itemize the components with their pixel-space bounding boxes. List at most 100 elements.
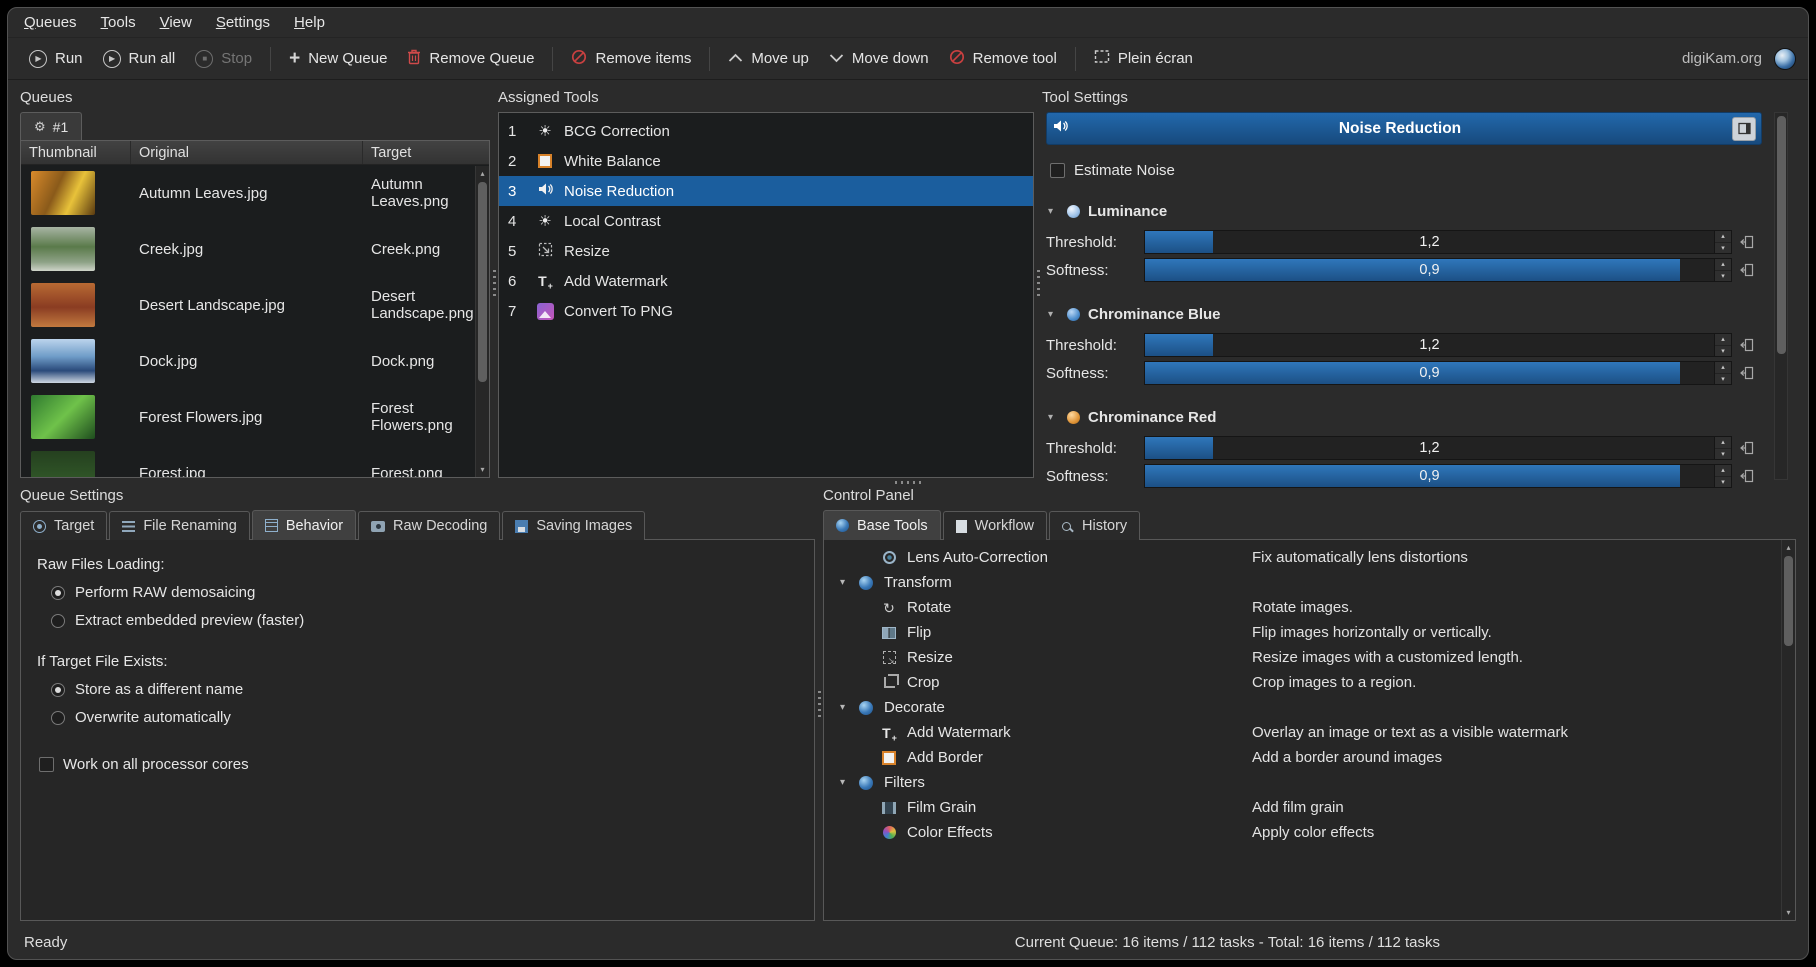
radio-perform-raw-demosaicing[interactable]: Perform RAW demosaicing: [51, 584, 798, 601]
scrollbar-thumb[interactable]: [478, 182, 487, 382]
tree-item-flip[interactable]: Flip Flip images horizontally or vertica…: [832, 620, 1775, 645]
tab-history[interactable]: History: [1049, 511, 1140, 540]
menu-tools[interactable]: Tools: [101, 14, 136, 31]
tree-group-decorate[interactable]: ▾ Decorate: [832, 695, 1775, 720]
assigned-tool-item[interactable]: 5 Resize: [499, 236, 1033, 266]
tree-item-add-border[interactable]: Add Border Add a border around images: [832, 745, 1775, 770]
tree-item-resize[interactable]: Resize Resize images with a customized l…: [832, 645, 1775, 670]
expander-icon[interactable]: ▾: [840, 577, 855, 588]
checkbox-icon[interactable]: [39, 757, 54, 772]
tree-item-add-watermark[interactable]: T+ Add Watermark Overlay an image or tex…: [832, 720, 1775, 745]
tab-saving-images[interactable]: Saving Images: [502, 511, 645, 540]
run-all-button[interactable]: ▶ Run all: [94, 44, 185, 74]
table-row[interactable]: Dock.jpg Dock.png: [21, 333, 489, 389]
splitter-handle[interactable]: [490, 88, 498, 478]
menu-queues[interactable]: Queues: [24, 14, 77, 31]
table-row[interactable]: Forest.jpg Forest.png: [21, 445, 489, 477]
spin-buttons[interactable]: ▴▾: [1715, 361, 1732, 385]
collapse-arrow-icon[interactable]: ▾: [1048, 206, 1059, 217]
scrollbar-thumb[interactable]: [1784, 556, 1793, 646]
assigned-tool-item[interactable]: 2 White Balance: [499, 146, 1033, 176]
detach-panel-button[interactable]: [1732, 117, 1756, 141]
tab-file-renaming[interactable]: File Renaming: [109, 511, 250, 540]
section-luminance[interactable]: ▾ Luminance: [1048, 203, 1762, 220]
assigned-tool-item[interactable]: 1 ☀ BCG Correction: [499, 116, 1033, 146]
softness-slider[interactable]: 0,9: [1144, 258, 1715, 282]
reset-button[interactable]: [1732, 235, 1762, 249]
radio-extract-embedded-preview[interactable]: Extract embedded preview (faster): [51, 612, 798, 629]
reset-button[interactable]: [1732, 441, 1762, 455]
section-chrominance-red[interactable]: ▾ Chrominance Red: [1048, 409, 1762, 426]
scroll-up-icon[interactable]: ▴: [476, 167, 489, 180]
tab-base-tools[interactable]: Base Tools: [823, 510, 941, 540]
menu-view[interactable]: View: [160, 14, 192, 31]
column-target[interactable]: Target: [363, 141, 489, 164]
assigned-tool-item[interactable]: 6 T+ Add Watermark: [499, 266, 1033, 296]
reset-button[interactable]: [1732, 366, 1762, 380]
spin-buttons[interactable]: ▴▾: [1715, 436, 1732, 460]
remove-items-button[interactable]: Remove items: [562, 43, 700, 75]
fullscreen-button[interactable]: Plein écran: [1085, 43, 1202, 74]
tab-raw-decoding[interactable]: Raw Decoding: [358, 511, 500, 540]
table-row[interactable]: Forest Flowers.jpg Forest Flowers.png: [21, 389, 489, 445]
scroll-up-icon[interactable]: ▴: [1782, 541, 1795, 554]
estimate-noise-checkbox[interactable]: Estimate Noise: [1050, 162, 1762, 179]
remove-tool-button[interactable]: Remove tool: [940, 43, 1066, 75]
run-button[interactable]: ▶ Run: [20, 44, 92, 74]
assigned-tool-item[interactable]: 4 ☀ Local Contrast: [499, 206, 1033, 236]
column-thumbnail[interactable]: Thumbnail: [21, 141, 131, 164]
collapse-arrow-icon[interactable]: ▾: [1048, 309, 1059, 320]
threshold-slider[interactable]: 1,2: [1144, 230, 1715, 254]
checkbox-icon[interactable]: [1050, 163, 1065, 178]
tree-group-transform[interactable]: ▾ Transform: [832, 570, 1775, 595]
radio-overwrite-automatically[interactable]: Overwrite automatically: [51, 709, 798, 726]
threshold-slider[interactable]: 1,2: [1144, 333, 1715, 357]
collapse-arrow-icon[interactable]: ▾: [1048, 412, 1059, 423]
tree-item-color-effects[interactable]: Color Effects Apply color effects: [832, 820, 1775, 845]
scroll-down-icon[interactable]: ▾: [476, 463, 489, 476]
assigned-tool-item[interactable]: 7 Convert To PNG: [499, 296, 1033, 326]
expander-icon[interactable]: ▾: [840, 777, 855, 788]
move-up-button[interactable]: Move up: [719, 44, 818, 73]
expander-icon[interactable]: ▾: [840, 702, 855, 713]
column-original[interactable]: Original: [131, 141, 363, 164]
radio-icon[interactable]: [51, 683, 65, 697]
tab-target[interactable]: Target: [20, 511, 107, 540]
reset-button[interactable]: [1732, 338, 1762, 352]
radio-icon[interactable]: [51, 614, 65, 628]
splitter-handle[interactable]: [815, 486, 823, 921]
spin-buttons[interactable]: ▴▾: [1715, 258, 1732, 282]
spin-buttons[interactable]: ▴▾: [1715, 464, 1732, 488]
table-row[interactable]: Autumn Leaves.jpg Autumn Leaves.png: [21, 165, 489, 221]
spin-buttons[interactable]: ▴▾: [1715, 333, 1732, 357]
tab-behavior[interactable]: Behavior: [252, 510, 356, 540]
menu-help[interactable]: Help: [294, 14, 325, 31]
radio-store-different-name[interactable]: Store as a different name: [51, 681, 798, 698]
tree-item-film-grain[interactable]: Film Grain Add film grain: [832, 795, 1775, 820]
reset-button[interactable]: [1732, 469, 1762, 483]
control-panel-scrollbar[interactable]: ▴ ▾: [1781, 540, 1795, 920]
menu-settings[interactable]: Settings: [216, 14, 270, 31]
scrollbar-thumb[interactable]: [1777, 116, 1786, 354]
new-queue-button[interactable]: + New Queue: [280, 43, 396, 74]
all-cores-checkbox[interactable]: Work on all processor cores: [39, 756, 798, 773]
softness-slider[interactable]: 0,9: [1144, 361, 1715, 385]
tree-item-lens-auto-correction[interactable]: Lens Auto-Correction Fix automatically l…: [832, 545, 1775, 570]
move-down-button[interactable]: Move down: [820, 44, 938, 73]
table-row[interactable]: Creek.jpg Creek.png: [21, 221, 489, 277]
tree-group-filters[interactable]: ▾ Filters: [832, 770, 1775, 795]
reset-button[interactable]: [1732, 263, 1762, 277]
table-row[interactable]: Desert Landscape.jpg Desert Landscape.pn…: [21, 277, 489, 333]
remove-queue-button[interactable]: Remove Queue: [398, 43, 543, 75]
threshold-slider[interactable]: 1,2: [1144, 436, 1715, 460]
radio-icon[interactable]: [51, 711, 65, 725]
radio-icon[interactable]: [51, 586, 65, 600]
tree-item-rotate[interactable]: ↻ Rotate Rotate images.: [832, 595, 1775, 620]
assigned-tool-item-selected[interactable]: 3 Noise Reduction: [499, 176, 1033, 206]
queue-tab-1[interactable]: ⚙ #1: [20, 112, 82, 140]
tool-settings-scrollbar[interactable]: [1774, 112, 1788, 480]
spin-buttons[interactable]: ▴▾: [1715, 230, 1732, 254]
tree-item-crop[interactable]: Crop Crop images to a region.: [832, 670, 1775, 695]
softness-slider[interactable]: 0,9: [1144, 464, 1715, 488]
tab-workflow[interactable]: Workflow: [943, 511, 1047, 540]
